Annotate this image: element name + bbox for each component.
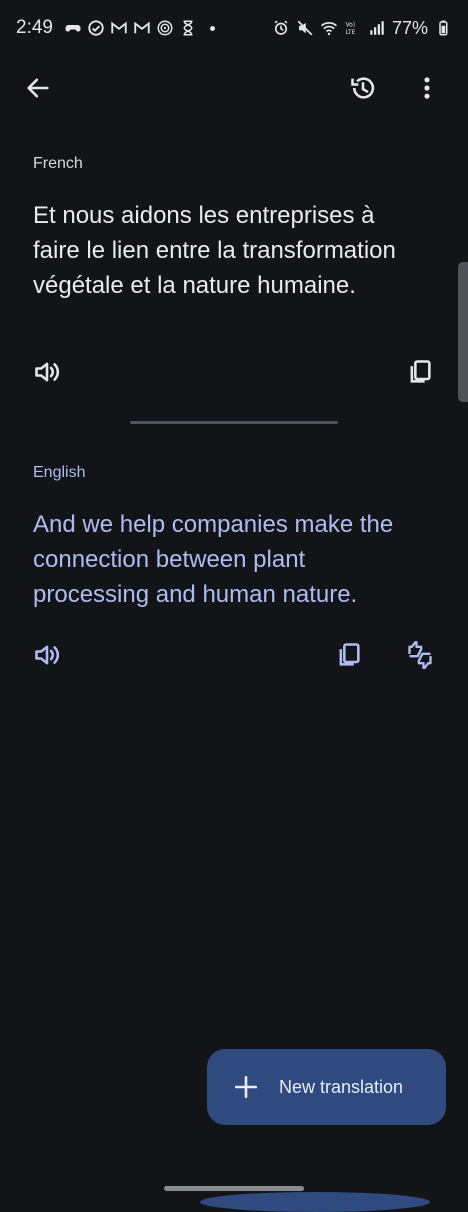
- source-listen-button[interactable]: [25, 350, 69, 394]
- volte-icon: Vo) LTE: [344, 19, 362, 37]
- gmail-icon: [133, 19, 151, 37]
- alarm-icon: [272, 19, 290, 37]
- status-left: 2:49: [16, 17, 215, 39]
- game-controller-icon: [64, 19, 82, 37]
- svg-text:LTE: LTE: [345, 29, 355, 36]
- new-translation-label: New translation: [279, 1076, 404, 1097]
- plus-icon: [233, 1074, 259, 1100]
- target-listen-button[interactable]: [25, 633, 69, 677]
- status-right: Vo) LTE 77%: [272, 18, 452, 39]
- top-app-bar: [0, 60, 468, 116]
- source-copy-button[interactable]: [398, 350, 442, 394]
- arrow-back-icon: [27, 78, 49, 98]
- history-icon: [351, 77, 375, 99]
- hourglass-icon: [179, 19, 197, 37]
- gesture-navigation-handle[interactable]: [164, 1186, 304, 1191]
- bottom-sheet-peek: [200, 1192, 430, 1212]
- source-language-label: French: [33, 155, 83, 172]
- notification-dot-icon: [209, 25, 215, 31]
- more-vert-icon: [424, 77, 430, 99]
- gmail-icon: [110, 19, 128, 37]
- new-translation-button[interactable]: New translation: [207, 1049, 446, 1125]
- volume-up-icon: [35, 645, 60, 665]
- status-time: 2:49: [16, 17, 53, 38]
- target-circle-icon: [156, 19, 174, 37]
- source-text[interactable]: Et nous aidons les entreprises à faire l…: [33, 198, 418, 303]
- svg-text:Vo): Vo): [345, 22, 355, 29]
- target-language-label: English: [33, 464, 86, 481]
- copy-icon: [339, 643, 360, 666]
- target-copy-button[interactable]: [327, 633, 371, 677]
- feedback-button[interactable]: [398, 633, 442, 677]
- back-button[interactable]: [16, 66, 60, 110]
- wifi-icon: [320, 19, 338, 37]
- check-circle-icon: [87, 19, 105, 37]
- more-options-button[interactable]: [405, 66, 449, 110]
- section-divider: [130, 421, 338, 424]
- battery-icon: [434, 19, 452, 37]
- thumbs-up-down-icon: [408, 641, 432, 669]
- mute-icon: [296, 19, 314, 37]
- history-button[interactable]: [341, 66, 385, 110]
- signal-icon: [368, 19, 386, 37]
- scrollbar-handle[interactable]: [458, 262, 468, 402]
- copy-icon: [410, 360, 431, 383]
- volume-up-icon: [35, 362, 60, 382]
- battery-percent: 77%: [391, 17, 428, 38]
- status-bar: 2:49 Vo) LTE 77%: [0, 0, 468, 56]
- translated-text[interactable]: And we help companies make the connectio…: [33, 507, 418, 612]
